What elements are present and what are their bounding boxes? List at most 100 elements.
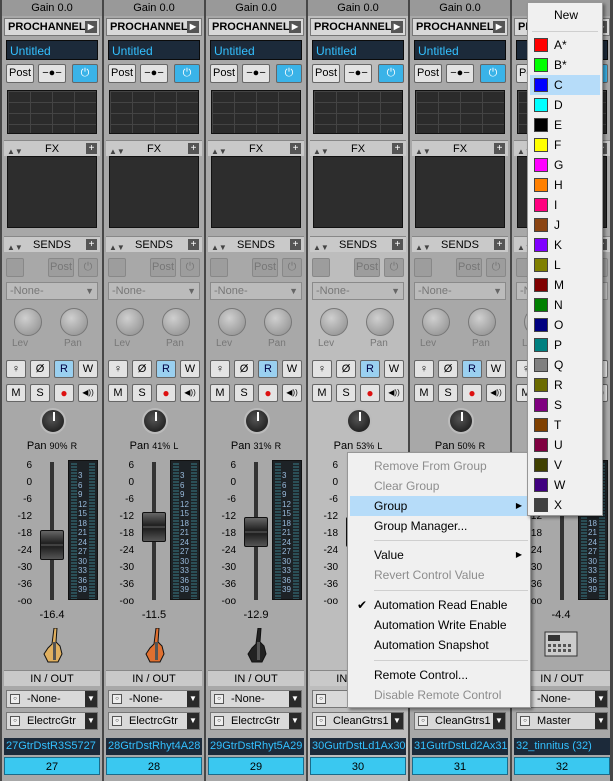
menu-item[interactable]: Value ▶ <box>350 545 528 565</box>
power-icon[interactable]: ⏻ <box>480 64 506 83</box>
add-icon[interactable]: + <box>86 143 97 154</box>
group-item[interactable]: E <box>530 115 600 135</box>
send-power-icon[interactable]: ⏻ <box>282 258 302 277</box>
menu-item[interactable]: Revert Control Value <box>350 565 528 585</box>
menu-item[interactable]: Remote Control... <box>350 665 528 685</box>
phase-icon[interactable]: Ø <box>336 360 356 378</box>
input-echo-icon[interactable]: ◀)) <box>180 384 200 402</box>
eq-graph[interactable] <box>109 90 199 134</box>
link-icon[interactable]: −●− <box>344 64 372 83</box>
fx-bin[interactable] <box>415 156 505 228</box>
track-title[interactable]: 31GutrDstLd2Ax31 <box>412 738 508 755</box>
input-echo-icon[interactable]: ◀)) <box>384 384 404 402</box>
output-dropdown[interactable]: ○ Master ▼ <box>516 712 608 730</box>
menu-item[interactable]: Automation Read Enable ✔ <box>350 595 528 615</box>
phase-icon[interactable]: Ø <box>30 360 50 378</box>
record-icon[interactable]: ● <box>360 384 380 402</box>
send-level-knob[interactable] <box>320 308 348 336</box>
input-echo-icon[interactable]: ◀)) <box>486 384 506 402</box>
write-automation-button[interactable]: W <box>486 360 506 378</box>
track-name-field[interactable]: Untitled <box>312 40 404 60</box>
read-automation-button[interactable]: R <box>54 360 74 378</box>
solo-button[interactable]: S <box>438 384 458 402</box>
pan-knob[interactable] <box>40 408 66 434</box>
prochannel-header[interactable]: PROCHANNEL▶ <box>310 18 406 36</box>
mute-button[interactable]: M <box>6 384 26 402</box>
volume-fader[interactable] <box>40 530 64 561</box>
link-icon[interactable]: −●− <box>242 64 270 83</box>
input-monitor-icon[interactable]: ♀ <box>108 360 128 378</box>
add-icon[interactable]: + <box>86 239 97 250</box>
add-icon[interactable]: + <box>392 143 403 154</box>
fx-bin[interactable] <box>313 156 403 228</box>
send-power-icon[interactable]: ⏻ <box>180 258 200 277</box>
group-item[interactable]: M <box>530 275 600 295</box>
group-item[interactable]: O <box>530 315 600 335</box>
gain-readout[interactable]: Gain 0.0 <box>308 0 408 16</box>
send-pan-knob[interactable] <box>468 308 496 336</box>
input-monitor-icon[interactable]: ♀ <box>312 360 332 378</box>
output-dropdown[interactable]: ○ ElectrcGtr ▼ <box>210 712 302 730</box>
fx-bin[interactable] <box>7 156 97 228</box>
expand-arrow-icon[interactable]: ▶ <box>289 21 301 33</box>
send-pan-knob[interactable] <box>60 308 88 336</box>
write-automation-button[interactable]: W <box>78 360 98 378</box>
add-icon[interactable]: + <box>188 239 199 250</box>
eq-graph[interactable] <box>211 90 301 134</box>
track-number[interactable]: 28 <box>106 757 202 775</box>
power-icon[interactable]: ⏻ <box>174 64 200 83</box>
track-name-field[interactable]: Untitled <box>210 40 302 60</box>
electric-guitar-icon[interactable] <box>244 627 270 664</box>
group-item[interactable]: I <box>530 195 600 215</box>
menu-item[interactable]: Group ▶ <box>350 496 528 516</box>
expand-arrow-icon[interactable]: ▶ <box>493 21 505 33</box>
expand-arrow-icon[interactable]: ▶ <box>85 21 97 33</box>
collapse-arrows-icon[interactable]: ▲▼ <box>109 240 125 256</box>
menu-item[interactable]: Remove From Group <box>350 456 528 476</box>
track-number[interactable]: 31 <box>412 757 508 775</box>
read-automation-button[interactable]: R <box>156 360 176 378</box>
track-title[interactable]: 28GtrDstRhyt4A28 <box>106 738 202 755</box>
input-dropdown[interactable]: ○ -None- ▼ <box>210 690 302 708</box>
send-power-icon[interactable]: ⏻ <box>78 258 98 277</box>
record-icon[interactable]: ● <box>54 384 74 402</box>
group-item[interactable]: X <box>530 495 600 515</box>
group-item[interactable]: T <box>530 415 600 435</box>
mute-button[interactable]: M <box>312 384 332 402</box>
send-level-knob[interactable] <box>422 308 450 336</box>
collapse-arrows-icon[interactable]: ▲▼ <box>313 240 329 256</box>
solo-button[interactable]: S <box>336 384 356 402</box>
track-name-field[interactable]: Untitled <box>6 40 98 60</box>
solo-button[interactable]: S <box>30 384 50 402</box>
gain-readout[interactable]: Gain 0.0 <box>2 0 102 16</box>
link-icon[interactable]: −●− <box>446 64 474 83</box>
gain-readout[interactable]: Gain 0.0 <box>206 0 306 16</box>
output-dropdown[interactable]: ○ CleanGtrs1 ▼ <box>312 712 404 730</box>
prochannel-header[interactable]: PROCHANNEL▶ <box>106 18 202 36</box>
collapse-arrows-icon[interactable]: ▲▼ <box>415 240 431 256</box>
prochannel-header[interactable]: PROCHANNEL▶ <box>412 18 508 36</box>
send-destination-dropdown[interactable]: -None- ▼ <box>312 282 404 300</box>
output-dropdown[interactable]: ○ ElectrcGtr ▼ <box>6 712 98 730</box>
input-dropdown[interactable]: ○ -None- ▼ <box>6 690 98 708</box>
send-level-knob[interactable] <box>116 308 144 336</box>
group-item[interactable]: J <box>530 215 600 235</box>
add-icon[interactable]: + <box>290 143 301 154</box>
send-pan-knob[interactable] <box>264 308 292 336</box>
output-dropdown[interactable]: ○ CleanGtrs1 ▼ <box>414 712 506 730</box>
send-level-knob[interactable] <box>218 308 246 336</box>
eq-graph[interactable] <box>7 90 97 134</box>
expand-arrow-icon[interactable]: ▶ <box>187 21 199 33</box>
input-echo-icon[interactable]: ◀)) <box>282 384 302 402</box>
phase-icon[interactable]: Ø <box>438 360 458 378</box>
track-number[interactable]: 29 <box>208 757 304 775</box>
send-destination-dropdown[interactable]: -None- ▼ <box>6 282 98 300</box>
input-monitor-icon[interactable]: ♀ <box>6 360 26 378</box>
read-automation-button[interactable]: R <box>462 360 482 378</box>
write-automation-button[interactable]: W <box>384 360 404 378</box>
volume-fader[interactable] <box>142 511 166 542</box>
menu-item[interactable]: Automation Snapshot <box>350 635 528 655</box>
post-button[interactable]: Post <box>312 64 340 83</box>
track-title[interactable]: 27GtrDstR3S5727 <box>4 738 100 755</box>
group-item[interactable]: N <box>530 295 600 315</box>
